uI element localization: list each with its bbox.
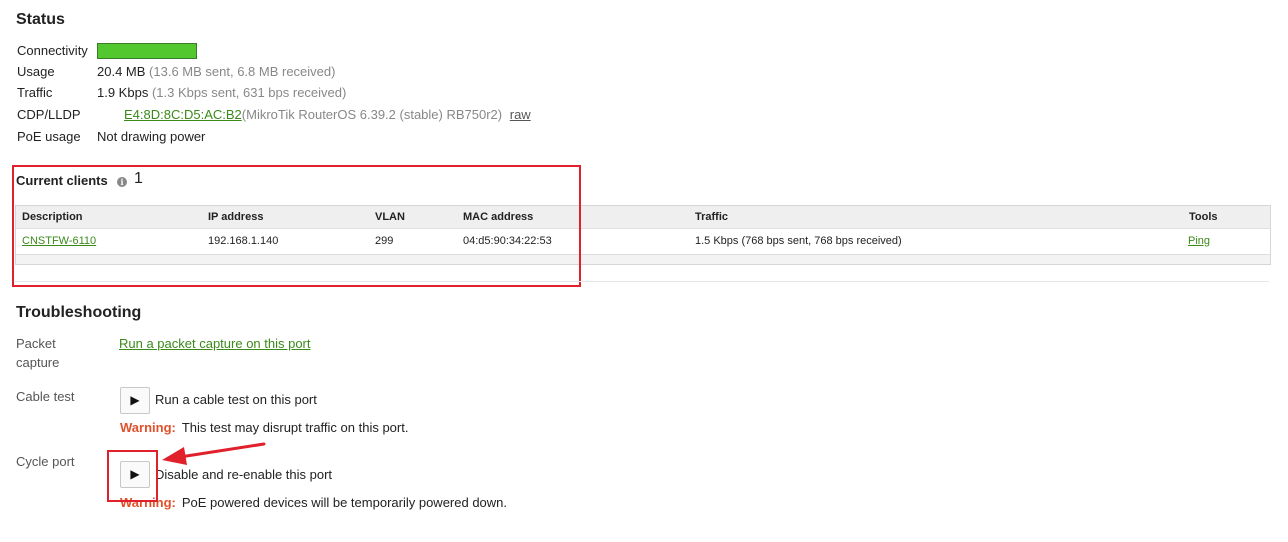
- cable-test-play-button[interactable]: ▶: [120, 387, 150, 414]
- cable-test-warning-text: This test may disrupt traffic on this po…: [181, 420, 409, 435]
- column-header-tools: Tools: [1189, 211, 1218, 223]
- clients-highlight-box: [12, 165, 581, 287]
- usage-value: 20.4 MB: [97, 64, 146, 79]
- status-title: Status: [16, 11, 65, 28]
- cdp-lldp-value-group: E4:8D:8C:D5:AC:B2(MikroTik RouterOS 6.39…: [124, 106, 531, 124]
- packet-capture-label: Packet capture: [16, 334, 59, 372]
- connectivity-bar: [97, 43, 197, 59]
- packet-capture-label-line2: capture: [16, 355, 60, 370]
- traffic-value: 1.9 Kbps: [97, 85, 149, 100]
- traffic-label: Traffic: [17, 85, 53, 100]
- packet-capture-link[interactable]: Run a packet capture on this port: [119, 336, 311, 351]
- cycle-port-warning-text: PoE powered devices will be temporarily …: [181, 495, 508, 510]
- cable-test-text: Run a cable test on this port: [155, 392, 317, 407]
- column-header-traffic[interactable]: Traffic: [695, 206, 728, 228]
- ping-link[interactable]: Ping: [1188, 229, 1210, 254]
- usage-value-group: 20.4 MB (13.6 MB sent, 6.8 MB received): [97, 63, 335, 81]
- cdp-neighbor-detail: (MikroTik RouterOS 6.39.2 (stable) RB750…: [241, 107, 503, 122]
- troubleshooting-title: Troubleshooting: [16, 304, 142, 321]
- cdp-raw-link[interactable]: raw: [510, 107, 531, 122]
- cable-test-warning-label: Warning:: [120, 420, 176, 435]
- poe-usage-label: PoE usage: [17, 129, 81, 144]
- cdp-lldp-label: CDP/LLDP: [17, 107, 81, 122]
- usage-detail: (13.6 MB sent, 6.8 MB received): [149, 64, 336, 79]
- traffic-value-group: 1.9 Kbps (1.3 Kbps sent, 631 bps receive…: [97, 84, 346, 102]
- cable-test-label: Cable test: [16, 389, 75, 404]
- annotation-arrow-icon: [162, 442, 266, 465]
- poe-usage-value: Not drawing power: [97, 129, 206, 144]
- client-traffic: 1.5 Kbps (768 bps sent, 768 bps received…: [695, 235, 902, 247]
- cycle-port-warning: Warning: PoE powered devices will be temp…: [120, 495, 507, 510]
- traffic-detail: (1.3 Kbps sent, 631 bps received): [151, 85, 347, 100]
- cycle-port-label: Cycle port: [16, 454, 75, 469]
- connectivity-label: Connectivity: [17, 43, 88, 58]
- usage-label: Usage: [17, 64, 55, 79]
- section-divider: [15, 281, 1269, 282]
- cdp-neighbor-mac-link[interactable]: E4:8D:8C:D5:AC:B2: [124, 107, 242, 122]
- packet-capture-label-line1: Packet: [16, 336, 56, 351]
- cable-test-warning: Warning: This test may disrupt traffic on…: [120, 420, 408, 435]
